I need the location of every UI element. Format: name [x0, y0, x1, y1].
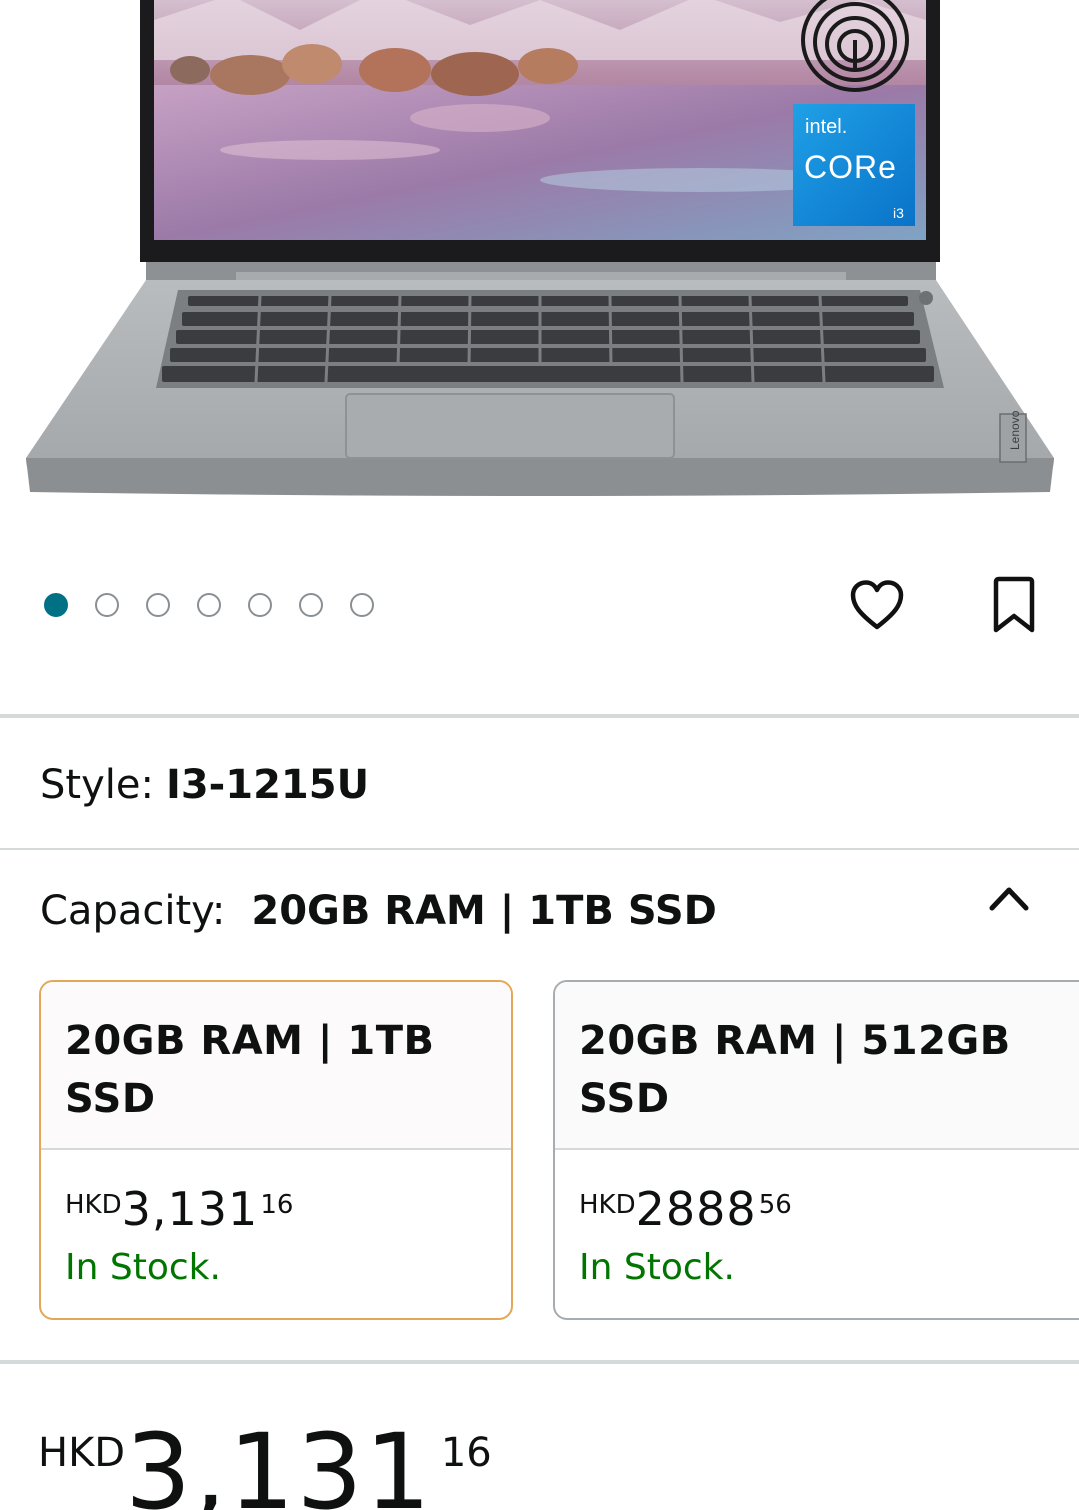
style-selector: Style: I3-1215U	[40, 762, 369, 808]
carousel-dot[interactable]	[350, 593, 374, 617]
heart-icon	[850, 580, 904, 630]
option-price: HKD288856	[579, 1182, 1067, 1244]
intel-core-i3-badge: intel. CORe i3	[793, 104, 915, 226]
section-divider	[0, 1360, 1079, 1364]
capacity-header[interactable]: Capacity: 20GB RAM | 1TB SSD	[40, 888, 717, 934]
save-bookmark-button[interactable]	[980, 570, 1048, 640]
capacity-label: Capacity:	[40, 888, 226, 934]
carousel-dot[interactable]	[95, 593, 119, 617]
main-price-whole: 3,131	[125, 1412, 433, 1510]
section-divider	[0, 714, 1079, 718]
image-carousel-indicator[interactable]	[44, 592, 401, 618]
intel-badge-tier: i3	[893, 205, 904, 221]
chevron-up-icon[interactable]	[982, 876, 1036, 920]
availability-status: In Stock.	[579, 1247, 735, 1288]
style-value: I3-1215U	[165, 762, 370, 808]
section-divider	[0, 848, 1079, 850]
price-fraction: 56	[758, 1190, 792, 1220]
carousel-dot[interactable]	[248, 593, 272, 617]
lenovo-logo: Lenovo	[1008, 410, 1022, 450]
intel-badge-line: CORe	[804, 149, 897, 185]
capacity-option-512gb[interactable]: 20GB RAM | 512GB SSD HKD288856 In Stock.	[553, 980, 1079, 1320]
option-title: 20GB RAM | 512GB SSD	[579, 1018, 1011, 1122]
product-image[interactable]: intel. CORe i3 Lenovo	[0, 0, 1079, 520]
product-page: intel. CORe i3 Lenovo Style: I3-1215U Ca…	[0, 0, 1079, 1510]
capacity-value: 20GB RAM | 1TB SSD	[251, 888, 717, 934]
carousel-dot[interactable]	[44, 593, 68, 617]
style-label: Style:	[40, 762, 154, 808]
main-price-currency: HKD	[38, 1430, 126, 1476]
price-fraction: 16	[260, 1190, 294, 1220]
capacity-option-1tb[interactable]: 20GB RAM | 1TB SSD HKD3,13116 In Stock.	[39, 980, 513, 1320]
carousel-dot[interactable]	[197, 593, 221, 617]
price-currency: HKD	[65, 1190, 122, 1220]
price-whole: 3,131	[121, 1182, 259, 1236]
carousel-dot[interactable]	[299, 593, 323, 617]
price-currency: HKD	[579, 1190, 636, 1220]
intel-badge-brand: intel.	[805, 116, 847, 138]
option-price: HKD3,13116	[65, 1182, 487, 1244]
main-price: HKD3,131 16	[38, 1412, 492, 1510]
main-price-fraction: 16	[440, 1430, 492, 1476]
availability-status: In Stock.	[65, 1247, 221, 1288]
bookmark-icon	[993, 576, 1035, 633]
option-title: 20GB RAM | 1TB SSD	[65, 1018, 435, 1122]
carousel-dot[interactable]	[146, 593, 170, 617]
price-whole: 2888	[635, 1182, 757, 1236]
add-to-wishlist-button[interactable]	[843, 572, 911, 638]
